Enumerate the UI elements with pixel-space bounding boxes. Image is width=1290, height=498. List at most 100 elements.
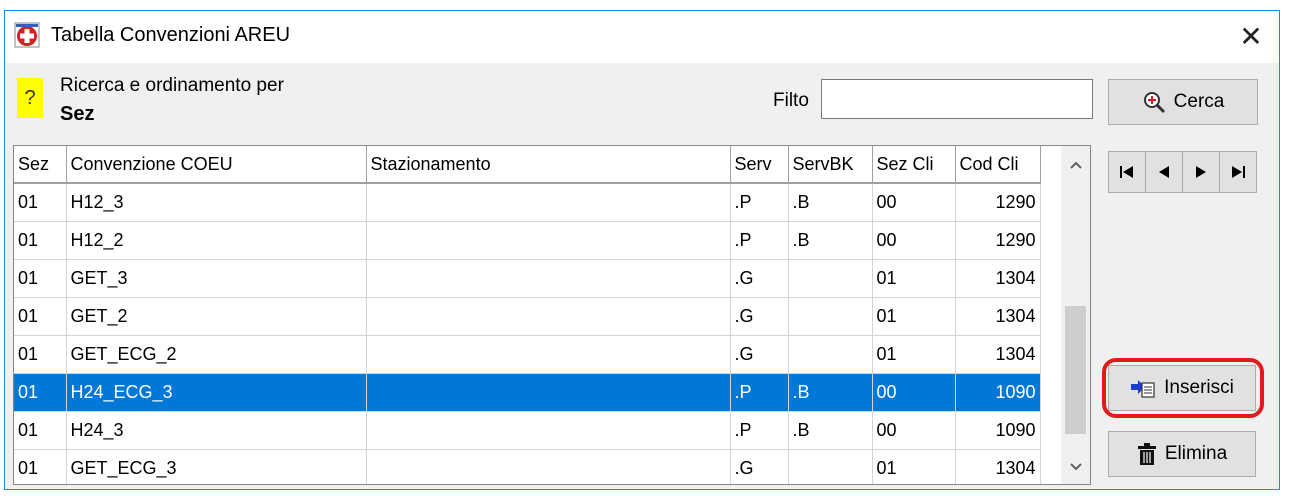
conventions-grid[interactable]: Sez Convenzione COEU Stazionamento Serv … bbox=[13, 145, 1091, 485]
cell-cod-cli: 1290 bbox=[955, 221, 1041, 260]
window-title: Tabella Convenzioni AREU bbox=[51, 24, 291, 46]
column-header-sez[interactable]: Sez bbox=[14, 146, 67, 184]
column-header-cod-cli[interactable]: Cod Cli bbox=[955, 146, 1041, 184]
cell-sez: 01 bbox=[14, 373, 67, 412]
table-row[interactable]: 01 GET_ECG_2 .G 01 1304 bbox=[14, 335, 1041, 374]
cell-servbk: .B bbox=[788, 373, 873, 412]
cell-sez: 01 bbox=[14, 335, 67, 374]
filter-label: Filto bbox=[773, 90, 809, 111]
cell-serv: .G bbox=[730, 449, 789, 484]
cell-cod-cli: 1304 bbox=[955, 259, 1041, 298]
delete-button-label: Elimina bbox=[1164, 443, 1228, 464]
zoom-in-icon bbox=[1143, 92, 1165, 114]
cell-servbk bbox=[788, 297, 873, 336]
cell-sez-cli: 01 bbox=[872, 449, 956, 484]
cell-stazionamento bbox=[366, 259, 731, 298]
cell-convenzione: GET_ECG_2 bbox=[66, 335, 367, 374]
cell-convenzione: H12_3 bbox=[66, 183, 367, 222]
scroll-up-icon[interactable] bbox=[1061, 150, 1090, 180]
insert-button-label: Inserisci bbox=[1164, 377, 1234, 398]
cell-sez: 01 bbox=[14, 259, 67, 298]
filter-input[interactable] bbox=[821, 79, 1093, 119]
cell-stazionamento bbox=[366, 411, 731, 450]
last-record-button[interactable] bbox=[1219, 151, 1257, 193]
table-row[interactable]: 01 GET_ECG_3 .G 01 1304 bbox=[14, 449, 1041, 484]
first-record-button[interactable] bbox=[1108, 151, 1146, 193]
main-window: Tabella Convenzioni AREU ✕ ? Ricerca e o… bbox=[4, 10, 1280, 490]
cell-servbk: .B bbox=[788, 183, 873, 222]
table-row-selected[interactable]: 01 H24_ECG_3 .P .B 00 1090 bbox=[14, 373, 1041, 412]
cell-cod-cli: 1090 bbox=[955, 373, 1041, 412]
cell-stazionamento bbox=[366, 373, 731, 412]
next-record-icon bbox=[1196, 166, 1206, 178]
cell-cod-cli: 1090 bbox=[955, 411, 1041, 450]
cell-sez-cli: 01 bbox=[872, 259, 956, 298]
cell-cod-cli: 1304 bbox=[955, 297, 1041, 336]
cell-sez-cli: 00 bbox=[872, 183, 956, 222]
scroll-down-icon[interactable] bbox=[1061, 452, 1090, 482]
cell-serv: .G bbox=[730, 297, 789, 336]
cell-sez-cli: 00 bbox=[872, 373, 956, 412]
insert-record-icon bbox=[1131, 380, 1155, 398]
column-header-sez-cli[interactable]: Sez Cli bbox=[872, 146, 956, 184]
grid-header: Sez Convenzione COEU Stazionamento Serv … bbox=[14, 146, 1041, 184]
cell-serv: .P bbox=[730, 221, 789, 260]
cell-servbk: .B bbox=[788, 221, 873, 260]
trash-icon bbox=[1137, 443, 1156, 465]
title-bar: Tabella Convenzioni AREU ✕ bbox=[5, 11, 1279, 63]
cell-cod-cli: 1290 bbox=[955, 183, 1041, 222]
prev-record-button[interactable] bbox=[1145, 151, 1183, 193]
column-header-convenzione[interactable]: Convenzione COEU bbox=[66, 146, 367, 184]
vertical-scrollbar[interactable] bbox=[1061, 146, 1090, 484]
table-row[interactable]: 01 GET_2 .G 01 1304 bbox=[14, 297, 1041, 336]
cell-sez-cli: 01 bbox=[872, 335, 956, 374]
cell-stazionamento bbox=[366, 335, 731, 374]
cell-stazionamento bbox=[366, 449, 731, 484]
cell-sez-cli: 00 bbox=[872, 221, 956, 260]
table-row[interactable]: 01 GET_3 .G 01 1304 bbox=[14, 259, 1041, 298]
cell-cod-cli: 1304 bbox=[955, 449, 1041, 484]
cell-sez-cli: 00 bbox=[872, 411, 956, 450]
cell-convenzione: H24_3 bbox=[66, 411, 367, 450]
cell-sez: 01 bbox=[14, 449, 67, 484]
column-header-stazionamento[interactable]: Stazionamento bbox=[366, 146, 731, 184]
cell-serv: .P bbox=[730, 373, 789, 412]
cell-servbk bbox=[788, 335, 873, 374]
cell-sez: 01 bbox=[14, 221, 67, 260]
cell-sez: 01 bbox=[14, 183, 67, 222]
cell-sez: 01 bbox=[14, 297, 67, 336]
cell-servbk bbox=[788, 449, 873, 484]
cell-serv: .G bbox=[730, 335, 789, 374]
cell-convenzione: H12_2 bbox=[66, 221, 367, 260]
cell-sez: 01 bbox=[14, 411, 67, 450]
cell-serv: .P bbox=[730, 411, 789, 450]
cell-serv: .P bbox=[730, 183, 789, 222]
cell-servbk: .B bbox=[788, 411, 873, 450]
column-header-servbk[interactable]: ServBK bbox=[788, 146, 873, 184]
cell-servbk bbox=[788, 259, 873, 298]
cell-convenzione: GET_ECG_3 bbox=[66, 449, 367, 484]
table-row[interactable]: 01 H24_3 .P .B 00 1090 bbox=[14, 411, 1041, 450]
cell-serv: .G bbox=[730, 259, 789, 298]
search-sort-key: Sez bbox=[60, 103, 95, 125]
cell-cod-cli: 1304 bbox=[955, 335, 1041, 374]
cell-stazionamento bbox=[366, 297, 731, 336]
close-icon[interactable]: ✕ bbox=[1233, 19, 1269, 55]
table-row[interactable]: 01 H12_3 .P .B 00 1290 bbox=[14, 183, 1041, 222]
cell-convenzione: GET_3 bbox=[66, 259, 367, 298]
cell-convenzione: H24_ECG_3 bbox=[66, 373, 367, 412]
search-button[interactable]: Cerca bbox=[1108, 79, 1258, 125]
search-sort-label: Ricerca e ordinamento per bbox=[60, 75, 284, 96]
first-record-icon bbox=[1120, 166, 1133, 178]
column-header-serv[interactable]: Serv bbox=[730, 146, 789, 184]
help-badge[interactable]: ? bbox=[17, 78, 43, 118]
table-row[interactable]: 01 H12_2 .P .B 00 1290 bbox=[14, 221, 1041, 260]
scrollbar-thumb[interactable] bbox=[1065, 306, 1086, 434]
insert-button[interactable]: Inserisci bbox=[1108, 365, 1256, 411]
cell-sez-cli: 01 bbox=[872, 297, 956, 336]
next-record-button[interactable] bbox=[1182, 151, 1220, 193]
record-navigator bbox=[1108, 151, 1257, 193]
delete-button[interactable]: Elimina bbox=[1108, 431, 1256, 477]
cell-convenzione: GET_2 bbox=[66, 297, 367, 336]
red-cross-app-icon bbox=[14, 22, 40, 48]
